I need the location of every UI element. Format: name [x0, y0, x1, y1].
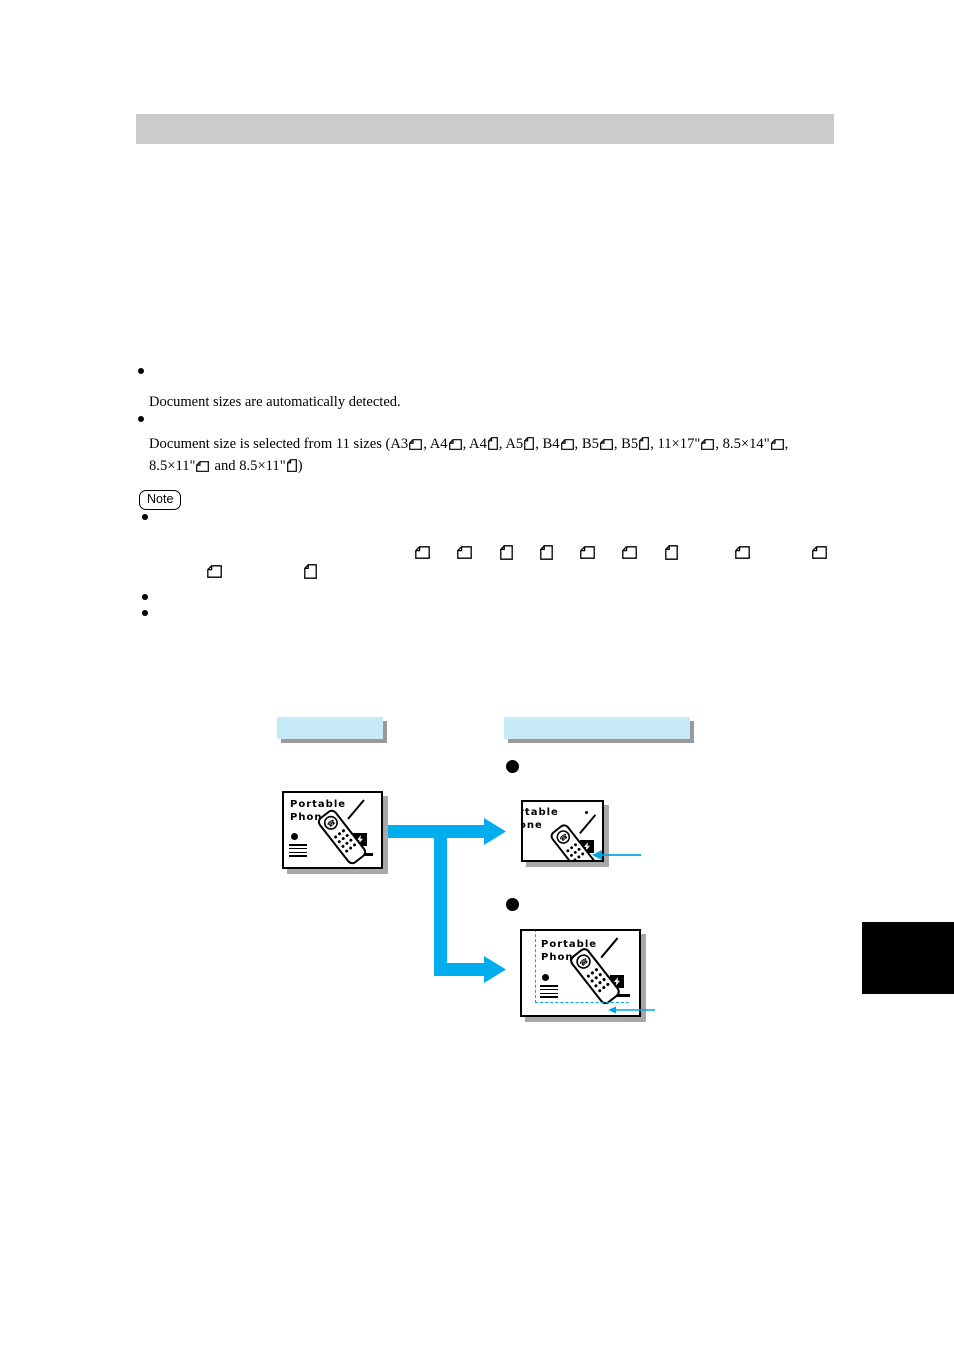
crop-guide-dashed	[535, 931, 629, 1003]
paper-size-portrait-icon	[304, 564, 317, 579]
paper-size-portrait-icon	[500, 545, 513, 560]
page-header-banner	[136, 114, 834, 144]
paper-size-landscape-icon	[701, 439, 715, 450]
source-document-card: Portable Phone ☎	[282, 791, 383, 869]
diagram-right-label-text	[504, 717, 690, 725]
paper-size-landscape-icon	[415, 546, 430, 559]
sizes-sep-3: , A5	[498, 436, 524, 452]
diagram-branch-marker-1	[506, 760, 519, 773]
sizes-line2-a: 8.5×11"	[149, 458, 196, 474]
paper-size-portrait-icon	[665, 545, 678, 560]
feature-text-1: Document sizes are automatically detecte…	[149, 394, 401, 410]
note-badge: Note	[139, 490, 182, 510]
feature-text-2-line-2: 8.5×11" and 8.5×11")	[149, 456, 835, 478]
result-top-title-line-2: one	[521, 820, 543, 831]
note-badge-label: Note	[147, 492, 174, 506]
source-document-dot	[291, 833, 298, 840]
paper-size-landscape-icon	[207, 565, 222, 578]
feature-bullet-marker-2	[138, 416, 144, 422]
result-bottom-callout-arrow-icon	[608, 1006, 655, 1014]
paper-size-landscape-icon	[622, 546, 637, 559]
paper-size-landscape-icon	[599, 439, 613, 450]
feature-text-2-line-1: Document size is selected from 11 sizes …	[149, 434, 835, 456]
sizes-sep-9: ,	[784, 436, 789, 452]
branching-arrow-icon	[388, 818, 506, 983]
sizes-sep-7: , 11×17"	[650, 436, 701, 452]
feature-bullet-marker-1	[138, 368, 144, 374]
note-bullet-marker-1	[142, 514, 148, 520]
result-top-callout-arrow-icon	[592, 850, 641, 860]
document-page: Document sizes are automatically detecte…	[0, 0, 954, 1351]
sizes-sep-5: , B5	[574, 436, 599, 452]
phone-illustration: ☎	[317, 799, 367, 865]
paper-size-landscape-icon	[409, 439, 423, 450]
sizes-line2-b: and 8.5×11"	[214, 458, 286, 474]
sizes-sep-2: , A4	[462, 436, 487, 452]
paper-size-landscape-icon	[196, 461, 210, 472]
chapter-edge-tab	[862, 922, 954, 994]
paper-size-portrait-icon	[524, 437, 535, 450]
diagram-left-label-text	[277, 717, 383, 725]
sizes-intro-text: Document size is selected from 11 sizes …	[149, 436, 409, 452]
note-bullet-marker-3	[142, 610, 148, 616]
sizes-sep-8: , 8.5×14"	[715, 436, 770, 452]
sizes-line2-c: )	[297, 458, 303, 474]
note-bullet-marker-2	[142, 594, 148, 600]
source-document-text-lines	[289, 844, 307, 857]
page-header-title	[136, 114, 834, 122]
paper-size-portrait-icon	[540, 545, 553, 560]
paper-size-landscape-icon	[457, 546, 472, 559]
paper-size-landscape-icon	[580, 546, 595, 559]
sizes-sep-1: , A4	[423, 436, 448, 452]
paper-size-landscape-icon	[735, 546, 750, 559]
paper-size-portrait-icon	[487, 437, 498, 450]
paper-size-landscape-icon	[812, 546, 827, 559]
paper-size-portrait-icon	[639, 437, 650, 450]
paper-size-portrait-icon	[286, 459, 297, 472]
sizes-sep-6: , B5	[613, 436, 639, 452]
diagram-right-label-box	[504, 717, 690, 739]
paper-size-landscape-icon	[448, 439, 462, 450]
paper-size-landscape-icon	[770, 439, 784, 450]
diagram-left-label-box	[277, 717, 383, 739]
sizes-sep-4: , B4	[535, 436, 560, 452]
paper-size-landscape-icon	[560, 439, 574, 450]
